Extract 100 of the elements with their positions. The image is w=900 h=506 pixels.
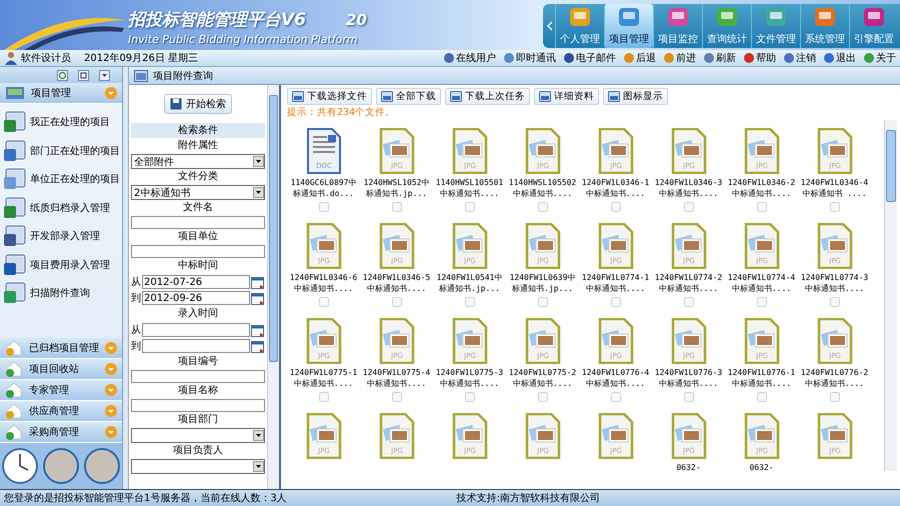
file-name: 1240FW1L0776-1中标通知书.... bbox=[726, 367, 796, 389]
clock-icon[interactable] bbox=[2, 448, 38, 484]
window-icon[interactable] bbox=[78, 70, 89, 80]
text-field[interactable] bbox=[131, 245, 265, 258]
file-name: 1240FW1L0774-3中标通知书.... bbox=[800, 272, 870, 294]
calendar-icon[interactable] bbox=[251, 292, 265, 304]
file-name: 1240FW1L0346-1中标通知书.... bbox=[580, 177, 650, 199]
header-link[interactable]: 注销 bbox=[783, 51, 816, 65]
calendar-icon[interactable] bbox=[251, 340, 265, 352]
toolbar-button[interactable]: 全部下载 bbox=[376, 88, 441, 105]
field-label: 文件名 bbox=[182, 200, 214, 215]
toolbar-button[interactable]: 下载上次任务 bbox=[445, 88, 530, 105]
title-fragment: 20 bbox=[346, 11, 367, 29]
expand-icon bbox=[105, 426, 117, 438]
file-name: 1240FW1L0776-2中标通知书.... bbox=[800, 367, 870, 389]
file-name: 1240FW1L0775-4中标通知书.... bbox=[362, 367, 432, 389]
menu-item[interactable]: 单位正在处理的项目 bbox=[0, 165, 122, 194]
calendar-icon[interactable] bbox=[251, 276, 265, 288]
menu-group-header[interactable]: 项目回收站 bbox=[0, 359, 122, 380]
date-field[interactable] bbox=[142, 339, 250, 353]
link-icon bbox=[863, 52, 875, 64]
nav-tab[interactable]: 文件管理 bbox=[751, 4, 800, 48]
toolbar-button[interactable]: 下载选择文件 bbox=[287, 88, 372, 105]
link-icon bbox=[823, 52, 835, 64]
collapse-icon[interactable] bbox=[99, 70, 110, 80]
menu-item[interactable]: 扫描附件查询 bbox=[0, 279, 122, 308]
window-icon bbox=[134, 70, 148, 82]
menu-item[interactable]: 部门正在处理的项目 bbox=[0, 136, 122, 165]
header-link[interactable]: 退出 bbox=[823, 51, 856, 65]
menu-item[interactable]: 开发部录入管理 bbox=[0, 222, 122, 250]
menu-group-header[interactable]: 采购商管理 bbox=[0, 422, 122, 443]
section-heading: 检索条件 bbox=[131, 123, 265, 138]
nav-tab[interactable]: 项目监控 bbox=[653, 4, 702, 48]
header-link[interactable]: 在线用户 bbox=[443, 51, 496, 65]
dropdown-field[interactable]: 全部附件 bbox=[131, 154, 265, 169]
link-icon bbox=[443, 52, 455, 64]
field-label: 项目编号 bbox=[177, 354, 219, 369]
text-field[interactable] bbox=[131, 370, 265, 383]
header-link[interactable]: 关于 bbox=[863, 51, 896, 65]
tray-icon bbox=[292, 91, 304, 102]
splitter-handle[interactable] bbox=[123, 67, 129, 489]
nav-tab[interactable]: 引擎配置 bbox=[849, 4, 898, 48]
item-icon bbox=[3, 252, 27, 277]
nav-tab[interactable]: 查询统计 bbox=[702, 4, 751, 48]
menu-item[interactable]: 我正在处理的项目 bbox=[0, 108, 122, 136]
link-icon bbox=[663, 52, 675, 64]
search-button[interactable]: 开始检索 bbox=[164, 94, 232, 114]
header-link[interactable]: 帮助 bbox=[743, 51, 776, 65]
link-icon bbox=[563, 52, 575, 64]
menu-group-header[interactable]: 已归档项目管理 bbox=[0, 338, 122, 359]
file-name: 1140HWSL105501中标通知书.... bbox=[434, 177, 504, 199]
item-icon bbox=[3, 196, 27, 220]
file-name: 1240FW1L0775-1中标通知书.... bbox=[288, 367, 358, 389]
file-name: 1240FW1L0346-5中标通知书.... bbox=[362, 272, 432, 294]
date-field[interactable] bbox=[142, 323, 250, 337]
file-name: 1240FW1L0541中标通知书.jp... bbox=[436, 272, 504, 294]
date-field[interactable]: 2012-07-26 bbox=[142, 275, 250, 289]
scrollbar[interactable] bbox=[884, 120, 897, 471]
header-link[interactable]: 前进 bbox=[663, 51, 696, 65]
field-label: 项目名称 bbox=[177, 384, 219, 398]
calendar-icon[interactable] bbox=[251, 324, 265, 336]
refresh-icon[interactable] bbox=[57, 70, 68, 80]
scrollbar[interactable] bbox=[267, 85, 279, 489]
dropdown-field[interactable] bbox=[131, 428, 265, 443]
field-label: 附件属性 bbox=[177, 138, 219, 153]
file-name: 1240FW1L0775-2中标通知书.... bbox=[508, 367, 578, 389]
item-icon bbox=[3, 110, 27, 134]
link-icon bbox=[743, 52, 755, 64]
header-link[interactable]: 刷新 bbox=[703, 51, 736, 65]
dropdown-field[interactable]: 2中标通知书 bbox=[131, 185, 265, 200]
toolbar-button[interactable]: 详细资料 bbox=[534, 88, 599, 105]
toolbar-button[interactable]: 图标显示 bbox=[603, 88, 668, 105]
header-link[interactable]: 电子邮件 bbox=[563, 51, 616, 65]
menu-group-header[interactable]: 专家管理 bbox=[0, 380, 122, 401]
header-link[interactable]: 后退 bbox=[623, 51, 656, 65]
photo-placeholder[interactable] bbox=[84, 448, 120, 484]
item-icon bbox=[3, 281, 27, 306]
file-name: 1240FW1L0775-3中标通知书.... bbox=[434, 367, 504, 389]
scroll-left-icon[interactable] bbox=[545, 21, 555, 31]
menu-item[interactable]: 项目费用录入管理 bbox=[0, 250, 122, 279]
header-link[interactable]: 即时通讯 bbox=[503, 51, 556, 65]
dropdown-field[interactable] bbox=[131, 459, 265, 474]
nav-tab[interactable]: 个人管理 bbox=[555, 4, 604, 48]
file-name: 0632- bbox=[675, 462, 702, 471]
field-label: 文件分类 bbox=[177, 170, 219, 184]
date-field[interactable]: 2012-09-26 bbox=[142, 291, 250, 305]
file-name: 1240FW1L0346-4中标通知书 .... bbox=[800, 177, 870, 199]
user-icon bbox=[4, 51, 18, 65]
menu-group-header[interactable]: 项目管理 bbox=[0, 83, 122, 104]
caret-icon bbox=[253, 461, 264, 472]
caret-icon bbox=[253, 430, 264, 441]
nav-tab[interactable]: 项目管理 bbox=[604, 4, 653, 48]
menu-item[interactable]: 纸质归档录入管理 bbox=[0, 194, 122, 222]
field-label: 录入时间 bbox=[177, 306, 219, 321]
link-icon bbox=[623, 52, 635, 64]
text-field[interactable] bbox=[131, 216, 265, 229]
menu-group-header[interactable]: 供应商管理 bbox=[0, 401, 122, 422]
photo-placeholder[interactable] bbox=[42, 448, 79, 484]
text-field[interactable] bbox=[131, 399, 265, 412]
nav-tab[interactable]: 系统管理 bbox=[800, 4, 849, 48]
